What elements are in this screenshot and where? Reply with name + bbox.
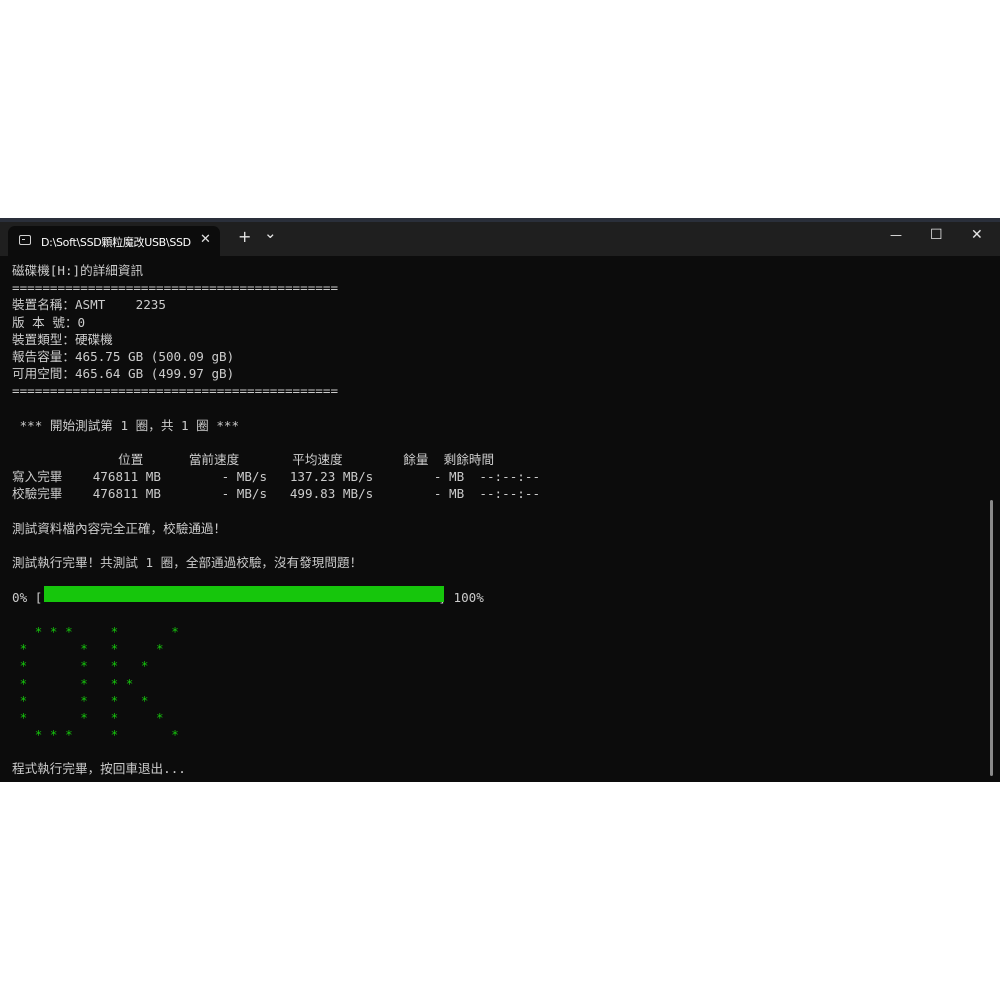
minimize-button[interactable]: — [890, 228, 902, 242]
test-header-line: *** 開始測試第 1 圈，共 1 圈 *** [12, 417, 240, 433]
ok-art-line: * * * * [12, 675, 134, 691]
device-name-line: 裝置名稱：ASMT 2235 [12, 297, 166, 313]
separator: ========================================… [12, 280, 339, 296]
terminal-window: D:\Soft\SSD顆粒魔改USB\SSD ✕ + ⌄ — ☐ ✕ 磁碟機[H… [0, 218, 1000, 782]
new-tab-button[interactable]: + [238, 227, 251, 246]
title-bar: D:\Soft\SSD顆粒魔改USB\SSD ✕ + ⌄ — ☐ ✕ [0, 218, 1000, 256]
ok-art-line: * * * * [12, 692, 149, 708]
close-tab-icon[interactable]: ✕ [200, 232, 211, 247]
verify-row: 校驗完畢 476811 MB - MB/s 499.83 MB/s - MB -… [12, 486, 541, 502]
ok-art-line: * * * * [12, 709, 164, 725]
tab-terminal[interactable]: D:\Soft\SSD顆粒魔改USB\SSD ✕ [8, 226, 220, 256]
window-top-strip [0, 218, 1000, 222]
ok-art-line: * * * * [12, 641, 164, 657]
table-header: 位置 當前速度 平均速度 餘量 剩餘時間 [12, 452, 495, 468]
tab-title: D:\Soft\SSD顆粒魔改USB\SSD [41, 236, 191, 249]
header-line: 磁碟機[H:]的詳細資訊 [12, 263, 144, 278]
write-row: 寫入完畢 476811 MB - MB/s 137.23 MB/s - MB -… [12, 469, 541, 485]
ok-art-line: * * * * * [12, 623, 179, 639]
progress-end-label: ] 100% [438, 589, 484, 605]
close-window-button[interactable]: ✕ [971, 227, 983, 243]
ok-art-line: * * * * * [12, 727, 179, 743]
chevron-down-icon[interactable]: ⌄ [264, 224, 277, 242]
maximize-button[interactable]: ☐ [930, 227, 943, 243]
device-type-line: 裝置類型：硬碟機 [12, 331, 113, 347]
verify-ok-line: 測試資料檔內容完全正確，校驗通過！ [12, 520, 227, 536]
progress-start-label: 0% [ [12, 589, 43, 605]
terminal-icon [19, 235, 31, 245]
separator: ========================================… [12, 383, 339, 399]
reported-capacity-line: 報告容量：465.75 GB (500.09 gB) [12, 348, 235, 364]
progress-bar-fill [44, 586, 444, 602]
complete-line: 測試執行完畢！共測試 1 圈，全部通過校驗，沒有發現問題！ [12, 555, 363, 571]
ok-art-line: * * * * [12, 658, 149, 674]
terminal-output: 磁碟機[H:]的詳細資訊 ============================… [12, 262, 540, 778]
exit-prompt-line: 程式執行完畢，按回車退出... [12, 761, 186, 777]
free-space-line: 可用空間：465.64 GB (499.97 gB) [12, 366, 235, 382]
scrollbar[interactable] [990, 500, 993, 776]
version-line: 版 本 號：0 [12, 314, 86, 330]
